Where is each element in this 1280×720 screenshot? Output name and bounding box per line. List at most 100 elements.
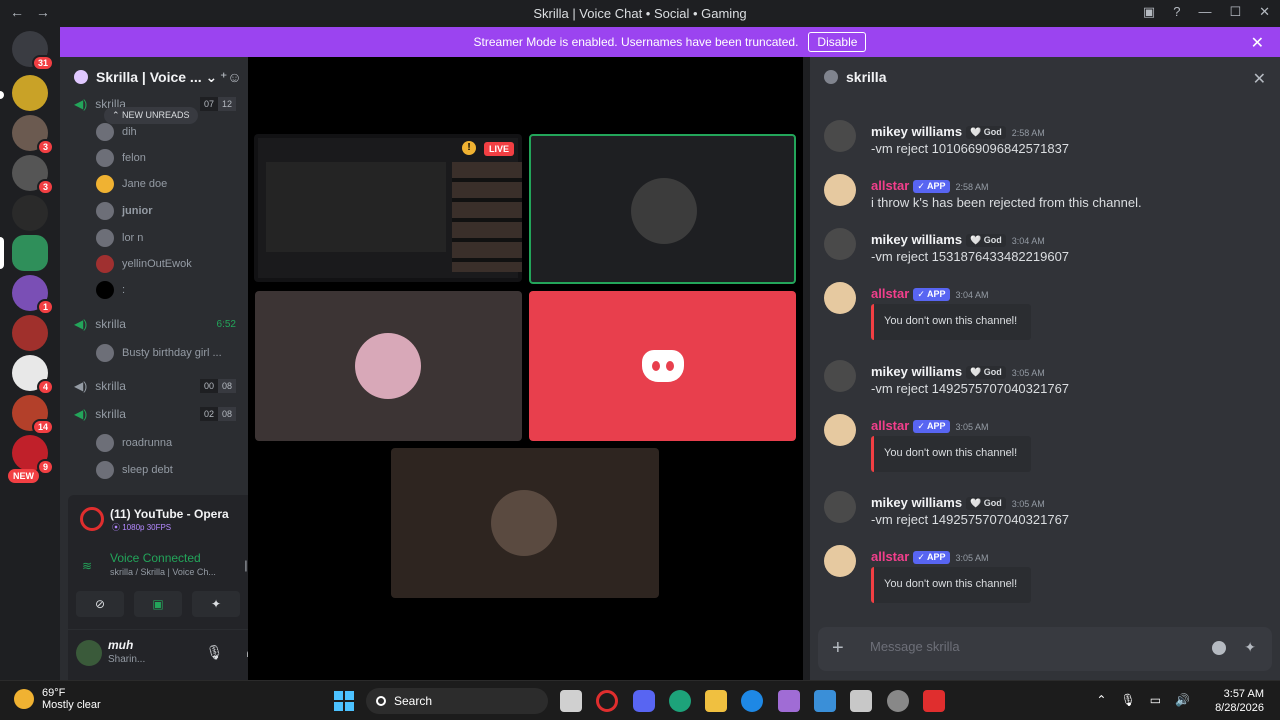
role-tag: ✓ APP <box>913 288 950 301</box>
avatar[interactable] <box>824 120 856 152</box>
channel-name: skrilla <box>95 407 126 421</box>
server-icon[interactable] <box>12 75 48 111</box>
opera-icon[interactable] <box>596 690 618 712</box>
video-stage: ! LIVE <box>248 57 803 680</box>
channel-name: skrilla <box>95 379 126 393</box>
timestamp: 3:05 AM <box>955 422 989 432</box>
app-icon[interactable] <box>887 690 909 712</box>
microphone-icon[interactable]: 🎙 <box>1120 693 1135 707</box>
screen-share-button[interactable]: ▣ <box>134 591 182 617</box>
voice-user[interactable]: : <box>96 281 236 299</box>
file-explorer-icon[interactable] <box>560 690 582 712</box>
participant-tile[interactable] <box>529 134 796 284</box>
plus-icon[interactable]: + <box>832 637 844 660</box>
chat-bubble-icon <box>824 70 838 84</box>
folder-icon[interactable] <box>705 690 727 712</box>
invite-icon[interactable]: ⁺☺ <box>220 69 242 86</box>
emoji-icon[interactable] <box>1212 641 1226 655</box>
server-icon[interactable]: 4 <box>12 355 54 395</box>
voice-user[interactable]: felon <box>96 149 236 167</box>
author-name[interactable]: mikey williams <box>871 495 962 510</box>
windows-start-icon[interactable] <box>334 691 354 711</box>
stream-tile[interactable]: ! LIVE <box>254 134 522 282</box>
author-name[interactable]: mikey williams <box>871 232 962 247</box>
stream-title: (11) YouTube - Opera <box>110 507 229 521</box>
server-icon[interactable] <box>12 195 48 231</box>
guild-header[interactable]: Skrilla | Voice ... ⌄ ⁺☺ <box>60 57 248 97</box>
new-unreads-pill[interactable]: ⌃ NEW UNREADS <box>104 107 198 124</box>
help-icon[interactable]: ? <box>1173 4 1180 20</box>
author-name[interactable]: mikey williams <box>871 124 962 139</box>
server-icon[interactable]: 9 <box>12 435 54 475</box>
minimize-button[interactable]: — <box>1198 4 1211 20</box>
avatar[interactable] <box>824 174 856 206</box>
author-name[interactable]: mikey williams <box>871 364 962 379</box>
voice-user[interactable]: dih <box>96 123 236 141</box>
author-name[interactable]: allstar <box>871 549 909 564</box>
avatar[interactable] <box>824 545 856 577</box>
avatar[interactable] <box>824 414 856 446</box>
clock[interactable]: 3:57 AM 8/28/2026 <box>1215 687 1264 715</box>
voice-status[interactable]: Voice Connected <box>110 551 201 565</box>
participant-tile[interactable] <box>391 448 659 598</box>
participant-tile[interactable] <box>529 291 796 441</box>
voice-channel[interactable]: ◀) skrilla 00 08 <box>74 379 236 393</box>
store-icon[interactable] <box>814 690 836 712</box>
voice-channel[interactable]: ◀) skrilla 6:52 <box>74 317 236 331</box>
apps-icon[interactable]: ✦ <box>1244 639 1256 656</box>
inbox-icon[interactable]: ▣ <box>1143 4 1155 20</box>
voice-channel[interactable]: ◀) skrilla 02 08 <box>74 407 236 421</box>
weather-widget[interactable]: 69°F Mostly clear <box>14 687 101 711</box>
avatar[interactable] <box>824 360 856 392</box>
close-window-button[interactable]: ✕ <box>1259 4 1270 20</box>
message-header: mikey williams 🤍 God 3:05 AM <box>871 495 1045 510</box>
discord-icon[interactable] <box>633 690 655 712</box>
voice-user[interactable]: junior <box>96 202 236 220</box>
warning-icon[interactable]: ! <box>462 141 476 155</box>
app-icon[interactable] <box>850 690 872 712</box>
edge-icon[interactable] <box>669 690 691 712</box>
disable-button[interactable]: Disable <box>808 32 867 52</box>
discord-logo-icon <box>641 350 684 382</box>
voice-user[interactable]: sleep debt <box>96 461 236 479</box>
server-icon[interactable] <box>12 315 48 351</box>
voice-user[interactable]: roadrunna <box>96 434 236 452</box>
avatar[interactable] <box>824 282 856 314</box>
server-icon[interactable]: 14 <box>12 395 54 435</box>
server-icon[interactable]: 3 <box>12 115 54 155</box>
close-icon[interactable]: ✕ <box>1251 33 1264 53</box>
message-input[interactable] <box>870 639 1190 654</box>
maximize-button[interactable]: ☐ <box>1229 4 1241 20</box>
author-name[interactable]: allstar <box>871 418 909 433</box>
close-icon[interactable]: ✕ <box>1253 69 1266 89</box>
avatar[interactable] <box>76 640 102 666</box>
search-icon <box>376 696 386 706</box>
participant-tile[interactable] <box>255 291 522 441</box>
server-icon[interactable] <box>12 235 48 271</box>
server-icon[interactable]: 1 <box>12 275 54 315</box>
direct-messages-icon[interactable]: 31 <box>12 31 54 71</box>
server-icon[interactable]: 3 <box>12 155 54 195</box>
chevron-up-icon[interactable]: ⌃ <box>1096 693 1106 707</box>
camera-off-button[interactable]: ⊘ <box>76 591 124 617</box>
network-icon[interactable]: ▭ <box>1150 693 1161 707</box>
taskbar: 69°F Mostly clear Search ⌃ 🎙 ▭ 🔊 3:57 AM… <box>0 680 1280 720</box>
microphone-icon[interactable]: 🎙 <box>206 644 224 661</box>
copilot-icon[interactable] <box>778 690 800 712</box>
volume-icon[interactable]: 🔊 <box>1175 693 1190 707</box>
app-icon[interactable] <box>741 690 763 712</box>
taskbar-search[interactable]: Search <box>366 688 548 714</box>
activities-button[interactable]: ✦ <box>192 591 240 617</box>
avatar[interactable] <box>824 491 856 523</box>
author-name[interactable]: allstar <box>871 178 909 193</box>
voice-location[interactable]: skrilla / Skrilla | Voice Ch... <box>110 567 216 577</box>
voice-user[interactable]: yellinOutEwok <box>96 255 236 273</box>
voice-user[interactable]: Jane doe <box>96 175 236 193</box>
user-limit: 00 08 <box>199 379 236 393</box>
new-pill[interactable]: NEW <box>8 469 39 483</box>
voice-user[interactable]: Busty birthday girl ... <box>96 344 236 362</box>
voice-user[interactable]: lor n <box>96 229 236 247</box>
avatar[interactable] <box>824 228 856 260</box>
author-name[interactable]: allstar <box>871 286 909 301</box>
ea-icon[interactable] <box>923 690 945 712</box>
